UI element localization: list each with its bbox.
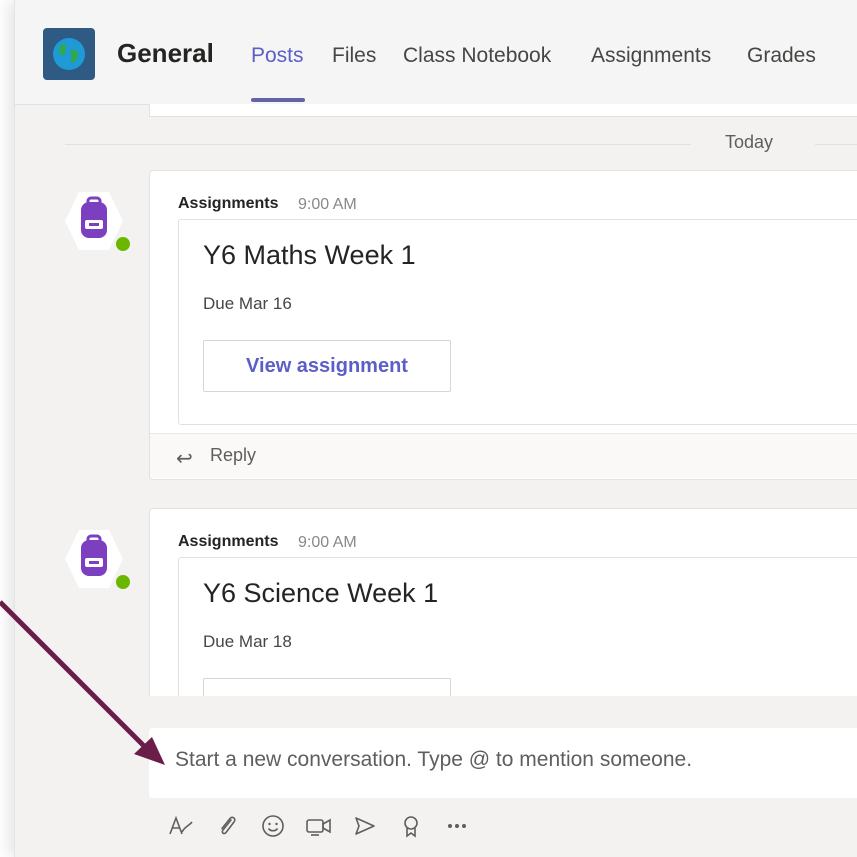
- previous-message-card: [149, 104, 857, 117]
- tab-grades[interactable]: Grades: [747, 44, 816, 68]
- assignment-title: Y6 Science Week 1: [203, 578, 439, 608]
- channel-name: General: [117, 38, 214, 68]
- assignment-title: Y6 Maths Week 1: [203, 240, 416, 270]
- assignment-card: Y6 Maths Week 1 Due Mar 16 View assignme…: [178, 219, 857, 425]
- date-divider-label: Today: [725, 132, 774, 152]
- message-timestamp: 9:00 AM: [298, 196, 357, 213]
- tab-files[interactable]: Files: [332, 44, 376, 68]
- tab-posts[interactable]: Posts: [251, 44, 304, 68]
- compose-area: Start a new conversation. Type @ to ment…: [15, 696, 857, 857]
- send-forward-icon[interactable]: [345, 806, 385, 846]
- message-timestamp: 9:00 AM: [298, 534, 357, 551]
- emoji-icon[interactable]: [253, 806, 293, 846]
- assignment-due-date: Due Mar 16: [203, 294, 292, 313]
- online-status-icon: [113, 572, 133, 592]
- format-icon[interactable]: [161, 806, 201, 846]
- praise-icon[interactable]: [391, 806, 431, 846]
- tab-assignments[interactable]: Assignments: [591, 44, 711, 68]
- teams-window: General Posts Files Class Notebook Assig…: [14, 0, 857, 857]
- reply-icon: ↩: [176, 448, 193, 470]
- tab-class-notebook[interactable]: Class Notebook: [403, 44, 551, 68]
- meet-now-icon[interactable]: [299, 806, 339, 846]
- view-assignment-button[interactable]: View assignment: [203, 340, 451, 392]
- active-tab-indicator: [251, 98, 305, 102]
- assignment-due-date: Due Mar 18: [203, 632, 292, 651]
- channel-header: General Posts Files Class Notebook Assig…: [15, 0, 857, 105]
- team-avatar[interactable]: [43, 28, 95, 80]
- new-conversation-input[interactable]: Start a new conversation. Type @ to ment…: [175, 748, 857, 772]
- globe-icon: [53, 38, 85, 70]
- reply-label: Reply: [210, 445, 257, 465]
- assignments-bot-avatar[interactable]: [61, 526, 133, 592]
- assignments-bot-avatar[interactable]: [61, 188, 133, 254]
- message-sender[interactable]: Assignments: [178, 195, 278, 213]
- online-status-icon: [113, 234, 133, 254]
- date-divider-line: [65, 144, 691, 145]
- more-options-icon[interactable]: [437, 806, 477, 846]
- attach-icon[interactable]: [207, 806, 247, 846]
- compose-box[interactable]: Start a new conversation. Type @ to ment…: [149, 728, 857, 798]
- message-sender[interactable]: Assignments: [178, 533, 278, 551]
- compose-toolbar: [161, 806, 483, 846]
- date-divider-line-right: [815, 144, 857, 145]
- message-post: Assignments 9:00 AM Y6 Maths Week 1 Due …: [149, 170, 857, 480]
- reply-bar[interactable]: ↩ Reply: [150, 433, 857, 478]
